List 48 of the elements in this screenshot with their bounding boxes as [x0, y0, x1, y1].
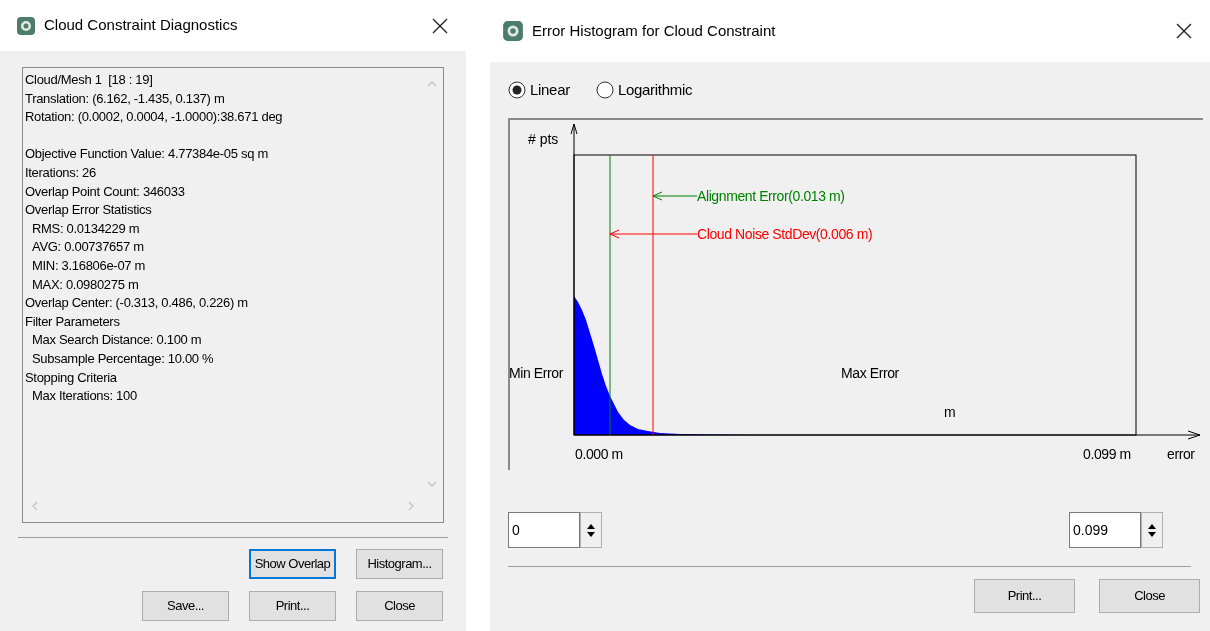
- report-line: Rotation: (0.0002, 0.0004, -1.0000):38.671 deg: [25, 109, 283, 125]
- report-line: Translation: (6.162, -1.435, 0.137) m: [25, 90, 225, 106]
- report-line: Stopping Criteria: [25, 369, 117, 385]
- marker-label: Alignment Error(0.013 m): [697, 187, 845, 206]
- radio-label[interactable]: Linear: [530, 78, 570, 102]
- axis-label: # pts: [528, 130, 559, 149]
- report-line: Cloud/Mesh 1 [18 : 19]: [25, 72, 153, 87]
- report-line: Overlap Point Count: 346033: [25, 183, 185, 199]
- dialog-button[interactable]: Close: [1099, 579, 1200, 613]
- report-line: Max Search Distance: 0.100 m: [31, 332, 202, 348]
- window-title: Cloud Constraint Diagnostics: [44, 15, 239, 36]
- dialog-button[interactable]: Print...: [249, 591, 336, 621]
- report-line: MIN: 3.16806e-07 m: [31, 257, 146, 273]
- report-line: Overlap Error Statistics: [25, 202, 152, 218]
- report-line: Max Iterations: 100: [31, 388, 137, 404]
- dialog-button[interactable]: Close: [356, 591, 443, 621]
- marker-label: Cloud Noise StdDev(0.006 m): [697, 225, 873, 244]
- report-line: Objective Function Value: 4.77384e-05 sq m: [25, 146, 268, 162]
- radio-button[interactable]: [508, 81, 526, 99]
- report-line: MAX: 0.0980275 m: [31, 276, 139, 292]
- app-icon: [16, 15, 36, 36]
- axis-label: error: [1167, 445, 1195, 464]
- close-icon[interactable]: [432, 17, 448, 34]
- report-line: AVG: 0.00737657 m: [31, 239, 144, 255]
- leader-arrow: [652, 191, 698, 201]
- max-label: Max Error: [841, 364, 899, 383]
- window-title: Error Histogram for Cloud Constraint: [532, 20, 777, 41]
- report-line: Filter Parameters: [25, 313, 120, 329]
- axis-tick-label: 0.099 m: [1083, 445, 1131, 464]
- report-line: Subsample Percentage: 10.00 %: [31, 350, 214, 366]
- dialog-button[interactable]: Print...: [974, 579, 1075, 613]
- min-label: Min Error: [509, 364, 563, 383]
- spin-buttons[interactable]: [580, 512, 602, 548]
- report-line: Iterations: 26: [25, 164, 96, 180]
- axis-tick-label: 0.000 m: [575, 445, 623, 464]
- dialog-button[interactable]: Histogram...: [356, 549, 443, 579]
- report-line: RMS: 0.0134229 m: [31, 220, 140, 236]
- min-value-field[interactable]: 0: [508, 512, 580, 548]
- app-icon: [502, 20, 524, 42]
- max-value-field[interactable]: 0.099: [1069, 512, 1141, 548]
- radio-label[interactable]: Logarithmic: [617, 78, 693, 102]
- close-icon[interactable]: [1176, 23, 1192, 39]
- dialog-button[interactable]: Save...: [142, 591, 229, 621]
- radio-button[interactable]: [595, 81, 614, 99]
- dialog-button[interactable]: Show Overlap: [249, 549, 336, 579]
- report-line: Overlap Center: (-0.313, 0.486, 0.226) m: [25, 295, 248, 311]
- spin-buttons[interactable]: [1141, 512, 1163, 548]
- unit-label: m: [944, 403, 956, 422]
